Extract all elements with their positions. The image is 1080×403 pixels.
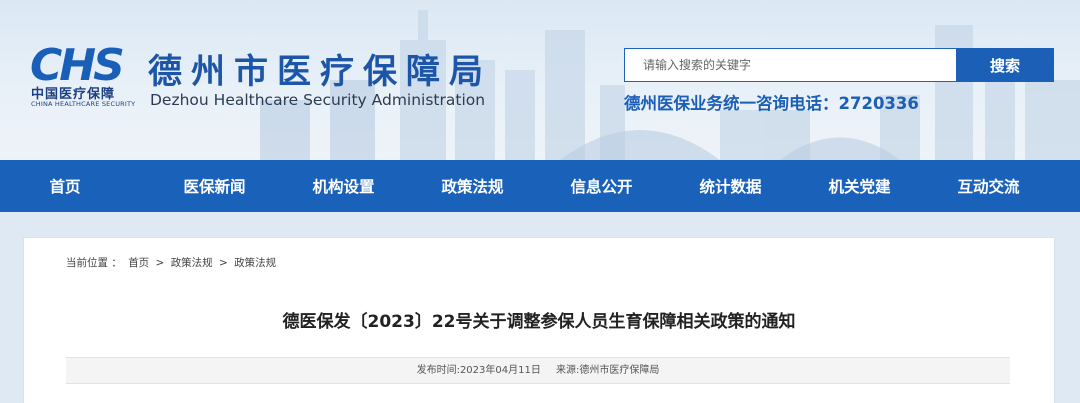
site-header: CHS 中国医疗保障 CHINA HEALTHCARE SECURITY 德州市…: [0, 0, 1080, 160]
search-input[interactable]: [625, 49, 956, 81]
chs-logo-text: CHS: [30, 44, 123, 86]
logo-en-label: CHINA HEALTHCARE SECURITY: [31, 100, 136, 108]
search-box: [624, 48, 956, 82]
breadcrumb-prefix: 当前位置 ：: [66, 257, 122, 269]
nav-item-statistics[interactable]: 统计数据: [666, 160, 795, 212]
nav-item-organization[interactable]: 机构设置: [279, 160, 408, 212]
publish-time: 发布时间:2023年04月11日: [416, 365, 541, 376]
site-title: 德州市医疗保障局: [148, 52, 492, 92]
hotline-text: 德州医保业务统一咨询电话：2720336: [624, 94, 919, 113]
site-title-en: Dezhou Healthcare Security Administratio…: [150, 91, 486, 109]
breadcrumb-separator: >: [155, 257, 165, 269]
breadcrumb: 当前位置 ： 首页 > 政策法规 > 政策法规: [66, 255, 279, 270]
breadcrumb-link-policies[interactable]: 政策法规: [171, 257, 213, 269]
nav-item-interaction[interactable]: 互动交流: [924, 160, 1053, 212]
nav-item-policies[interactable]: 政策法规: [408, 160, 537, 212]
nav-item-disclosure[interactable]: 信息公开: [537, 160, 666, 212]
nav-item-party[interactable]: 机关党建: [795, 160, 924, 212]
article-panel: 当前位置 ： 首页 > 政策法规 > 政策法规 德医保发〔2023〕22号关于调…: [23, 237, 1055, 403]
article-title: 德医保发〔2023〕22号关于调整参保人员生育保障相关政策的通知: [282, 312, 796, 332]
breadcrumb-link-current[interactable]: 政策法规: [234, 257, 276, 269]
article-source: 来源:德州市医疗保障局: [556, 365, 660, 376]
nav-item-news[interactable]: 医保新闻: [150, 160, 279, 212]
chs-logo: CHS: [30, 44, 126, 86]
breadcrumb-link-home[interactable]: 首页: [128, 257, 149, 269]
search-button[interactable]: 搜索: [956, 48, 1054, 82]
main-nav: 首页 医保新闻 机构设置 政策法规 信息公开 统计数据 机关党建 互动交流: [0, 160, 1080, 212]
article-meta: 发布时间:2023年04月11日 来源:德州市医疗保障局: [66, 357, 1010, 384]
breadcrumb-separator: >: [219, 257, 228, 269]
nav-item-home[interactable]: 首页: [0, 160, 150, 212]
